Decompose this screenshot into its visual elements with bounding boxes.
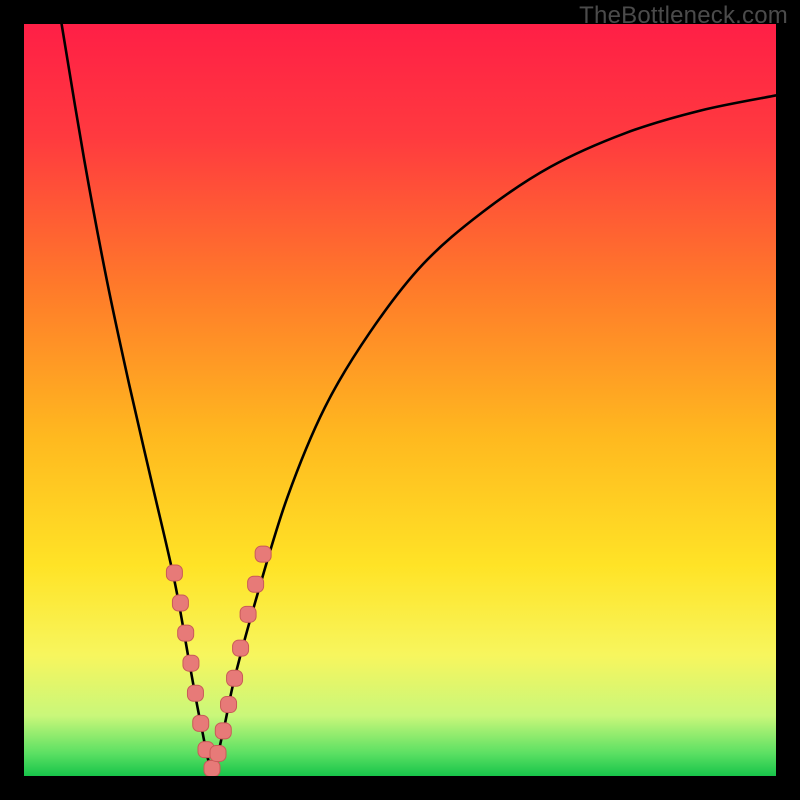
- chart-frame: [24, 24, 776, 776]
- marker-dot: [233, 640, 249, 656]
- gradient-background: [24, 24, 776, 776]
- marker-dot: [210, 745, 226, 761]
- marker-dot: [215, 723, 231, 739]
- marker-dot: [227, 670, 243, 686]
- marker-dot: [204, 760, 220, 776]
- watermark-text: TheBottleneck.com: [579, 2, 788, 30]
- marker-dot: [248, 576, 264, 592]
- marker-dot: [221, 697, 237, 713]
- marker-dot: [187, 685, 203, 701]
- bottleneck-chart: [24, 24, 776, 776]
- marker-dot: [240, 606, 256, 622]
- marker-dot: [178, 625, 194, 641]
- marker-dot: [183, 655, 199, 671]
- marker-dot: [172, 595, 188, 611]
- marker-dot: [255, 546, 271, 562]
- marker-dot: [193, 715, 209, 731]
- marker-dot: [166, 565, 182, 581]
